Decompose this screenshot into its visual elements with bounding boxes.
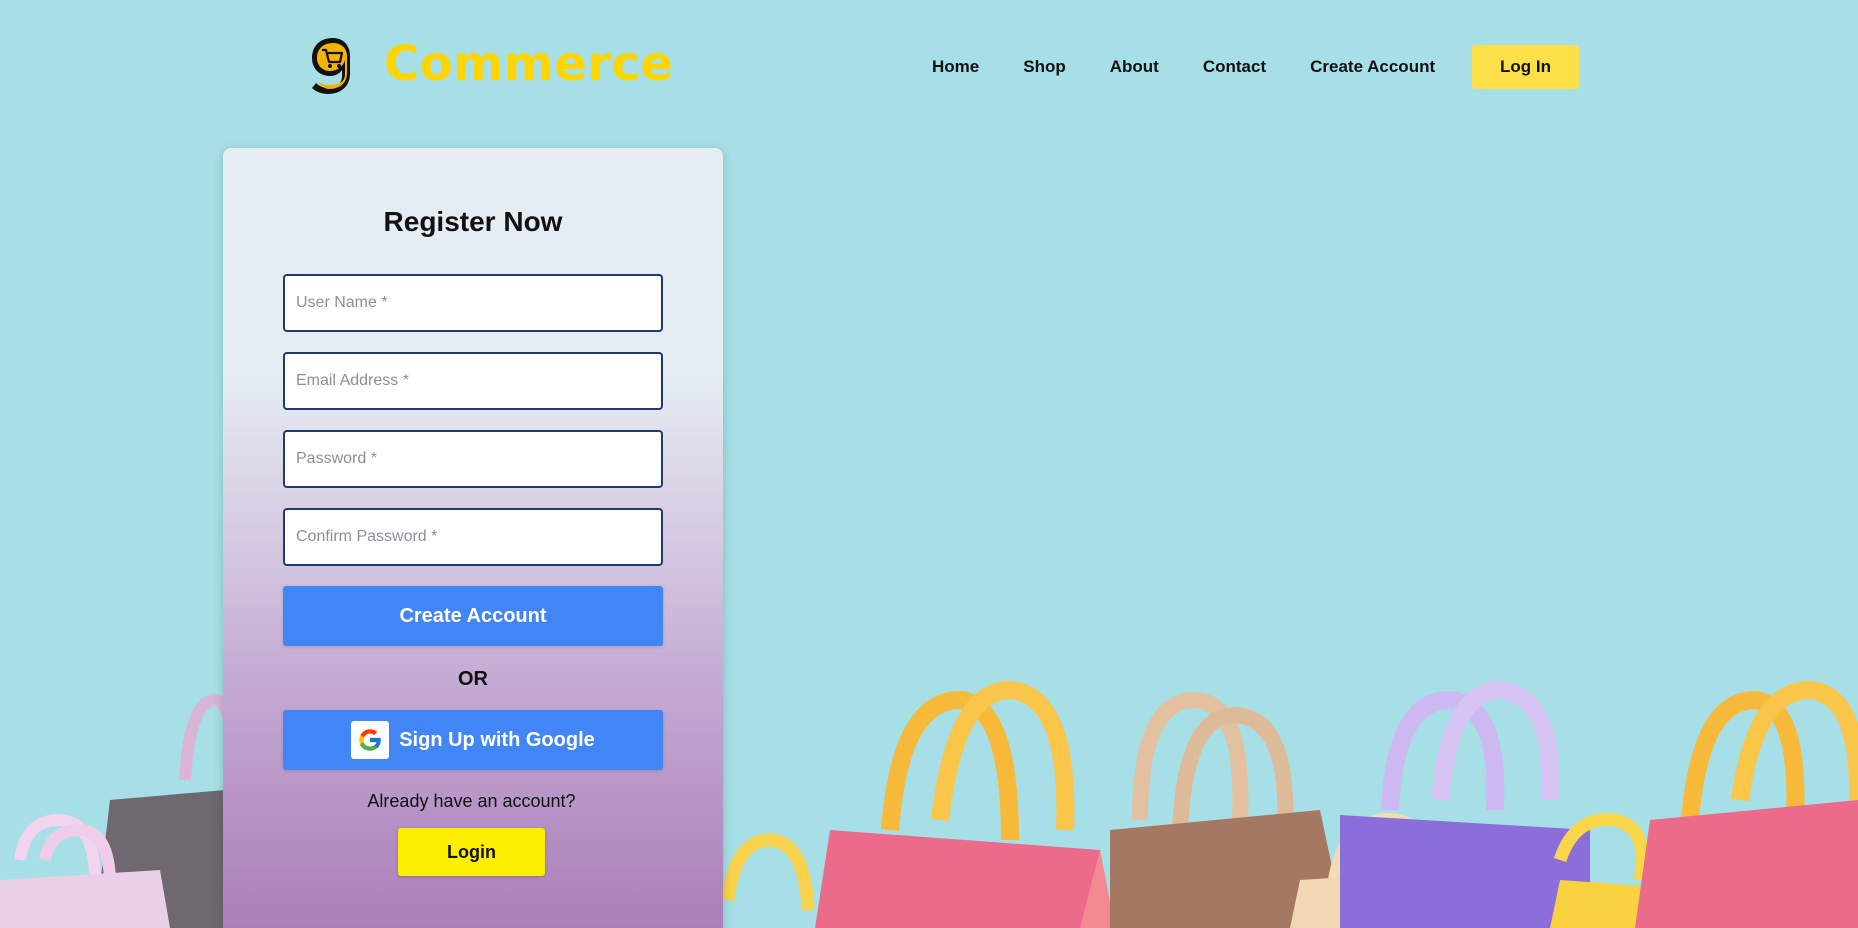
bag-pink-right bbox=[1635, 680, 1858, 928]
nav-about[interactable]: About bbox=[1110, 45, 1159, 89]
header-login-button[interactable]: Log In bbox=[1472, 45, 1579, 89]
already-account-text: Already have an account? bbox=[367, 791, 576, 811]
login-button[interactable]: Login bbox=[398, 828, 545, 876]
bag-purple bbox=[1340, 680, 1590, 928]
brand-logo[interactable]: Commerce bbox=[308, 34, 673, 94]
google-signup-label: Sign Up with Google bbox=[399, 728, 595, 751]
register-page: Commerce Home Shop About Contact Create … bbox=[0, 0, 1858, 928]
nav-contact[interactable]: Contact bbox=[1203, 45, 1266, 89]
nav-create-account[interactable]: Create Account bbox=[1310, 45, 1435, 89]
email-input[interactable] bbox=[283, 352, 663, 410]
bag-yellow-small bbox=[721, 833, 815, 911]
create-account-button[interactable]: Create Account bbox=[283, 586, 663, 646]
shopping-cart-logo-icon bbox=[312, 38, 350, 94]
register-title: Register Now bbox=[383, 206, 563, 237]
google-g-icon bbox=[359, 729, 382, 751]
or-divider: OR bbox=[458, 668, 488, 690]
bag-pink-center bbox=[815, 680, 1115, 928]
google-icon-box bbox=[351, 721, 390, 759]
register-card: Register Now Create Account OR Sign Up w… bbox=[223, 148, 723, 928]
main-nav: Home Shop About Contact Create Account bbox=[932, 45, 1479, 89]
username-input[interactable] bbox=[283, 274, 663, 332]
confirm-password-input[interactable] bbox=[283, 508, 663, 566]
nav-shop[interactable]: Shop bbox=[1023, 45, 1066, 89]
google-signup-button[interactable]: Sign Up with Google bbox=[283, 710, 663, 770]
brand-name: Commerce bbox=[384, 36, 674, 92]
nav-home[interactable]: Home bbox=[932, 45, 979, 89]
password-input[interactable] bbox=[283, 430, 663, 488]
